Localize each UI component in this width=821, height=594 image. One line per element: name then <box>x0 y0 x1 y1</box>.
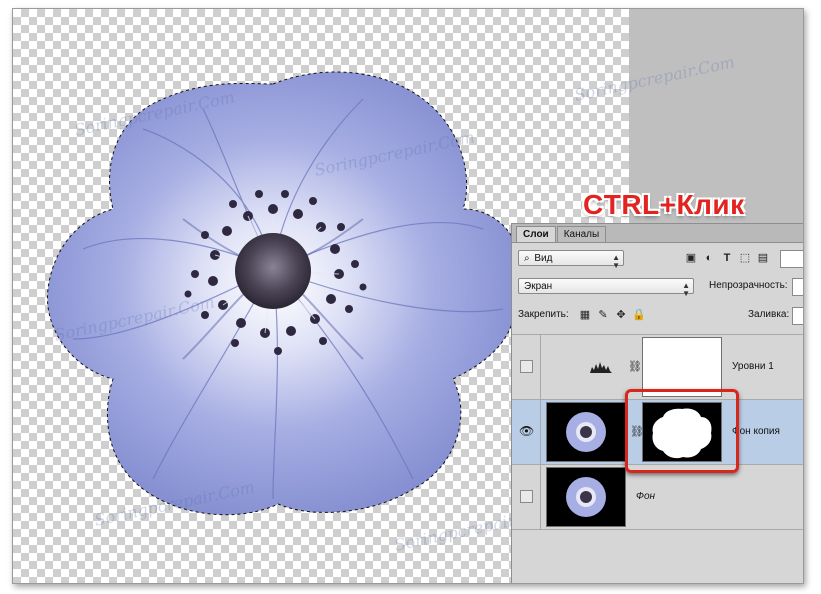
layer-thumbnail[interactable] <box>546 402 626 462</box>
mask-highlight-frame <box>625 389 739 473</box>
updown-arrows-icon: ▲ ▼ <box>612 253 620 270</box>
lock-label: Закрепить: <box>518 309 569 320</box>
adjustment-layer-filter-icon[interactable]: ◐ <box>702 251 716 265</box>
visibility-cell[interactable] <box>512 335 541 399</box>
layer-row-background[interactable]: Фон <box>512 464 803 529</box>
layer-mask-thumbnail[interactable] <box>642 337 722 397</box>
layer-name[interactable]: Фон <box>636 491 655 502</box>
visibility-toggle[interactable] <box>520 360 533 373</box>
eye-icon[interactable]: 👁 <box>519 425 534 437</box>
filter-toggle[interactable] <box>780 250 803 268</box>
lock-position-move-icon[interactable]: ✥ <box>614 308 628 322</box>
search-icon: ⌕ <box>524 253 530 264</box>
flower-center <box>235 233 311 309</box>
opacity-label: Непрозрачность: <box>709 280 788 291</box>
chain-link-icon[interactable]: ⛓ <box>628 360 642 374</box>
tab-channels[interactable]: Каналы <box>556 226 607 242</box>
opacity-input[interactable] <box>792 278 803 296</box>
lock-image-brush-icon[interactable]: ✎ <box>596 308 610 322</box>
visibility-toggle[interactable] <box>520 490 533 503</box>
blend-mode-value: Экран <box>524 281 553 292</box>
layer-thumbnail[interactable] <box>546 467 626 527</box>
lock-transparent-icon[interactable]: ▦ <box>578 308 592 322</box>
photoshop-window: Soringpcrepair.Com Soringpcrepair.Com So… <box>12 8 804 584</box>
fill-input[interactable] <box>792 307 803 325</box>
layer-name[interactable]: Уровни 1 <box>732 361 774 372</box>
visibility-cell[interactable] <box>512 465 541 529</box>
tab-layers[interactable]: Слои <box>516 226 556 242</box>
layers-empty-area <box>512 529 803 583</box>
panel-tabs: Слои Каналы <box>512 224 803 243</box>
lock-all-icon[interactable]: 🔒 <box>632 308 646 322</box>
shortcut-annotation: CTRL+Клик <box>583 189 745 220</box>
filter-value: Вид <box>534 253 553 264</box>
visibility-cell[interactable]: 👁 <box>512 400 541 464</box>
flower-image <box>46 71 523 516</box>
pixel-layer-filter-icon[interactable]: ▣ <box>684 251 698 265</box>
updown-arrows-icon: ▲ ▼ <box>682 281 690 298</box>
smart-object-filter-icon[interactable]: ▤ <box>756 251 770 265</box>
levels-adjustment-icon <box>590 361 612 373</box>
layer-filter-select[interactable]: ⌕ Вид ▲ ▼ <box>518 250 624 270</box>
fill-label: Заливка: <box>748 309 790 320</box>
blend-mode-select[interactable]: Экран ▲ ▼ <box>518 278 694 298</box>
type-layer-filter-icon[interactable]: T <box>720 251 734 265</box>
layer-name[interactable]: Фон копия <box>732 426 780 437</box>
shape-layer-filter-icon[interactable]: ⬚ <box>738 251 752 265</box>
